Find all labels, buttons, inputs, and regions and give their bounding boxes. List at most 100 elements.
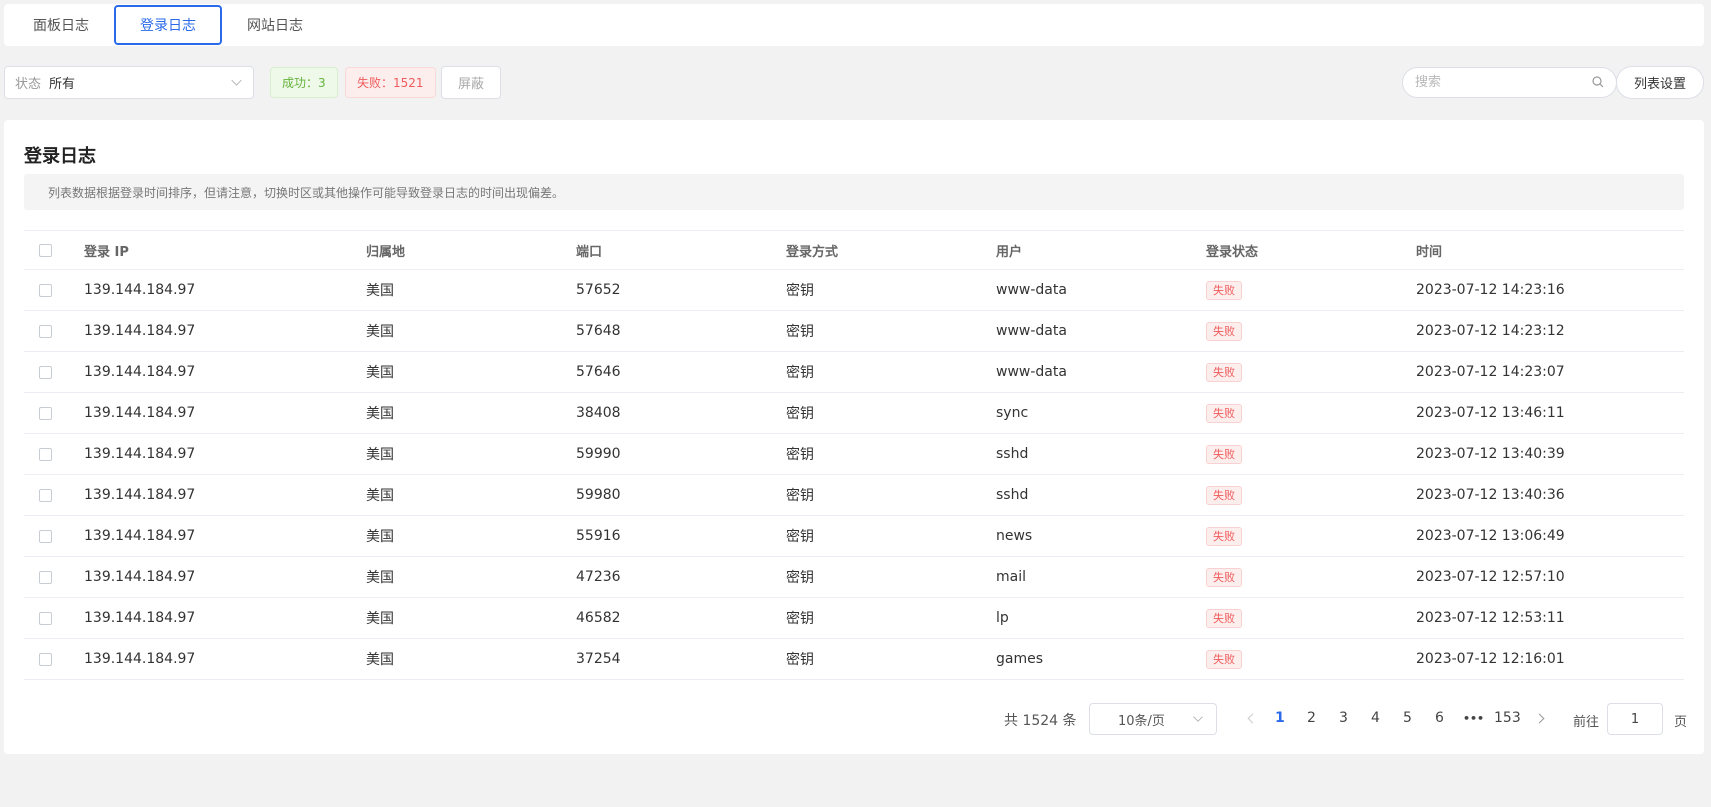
cell-user: mail — [996, 569, 1026, 585]
log-tabs: 面板日志 登录日志 网站日志 — [4, 4, 1704, 46]
tab-panel-log[interactable]: 面板日志 — [8, 5, 114, 45]
row-checkbox[interactable] — [39, 406, 52, 420]
status-badge: 失败 — [1206, 363, 1242, 382]
page-last[interactable]: 153 — [1494, 710, 1521, 726]
cell-time: 2023-07-12 13:46:11 — [1416, 405, 1565, 421]
header-ip: 登录 IP — [84, 244, 129, 260]
pagination: 共 1524 条 10条/页 1 2 3 4 5 6 ••• 153 前往 页 — [4, 702, 1704, 736]
table-row: 139.144.184.97 美国 57646 密钥 www-data 失败 2023-07… — [24, 352, 1684, 393]
more-pages-icon[interactable]: ••• — [1463, 712, 1484, 725]
prev-page-icon[interactable] — [1247, 713, 1258, 724]
cell-ip: 139.144.184.97 — [84, 610, 196, 626]
row-checkbox[interactable] — [39, 324, 52, 338]
page-4[interactable]: 4 — [1371, 710, 1380, 726]
cell-port: 59980 — [576, 487, 621, 503]
cell-login-method: 密钥 — [786, 488, 814, 504]
row-checkbox[interactable] — [39, 283, 52, 297]
page-1[interactable]: 1 — [1275, 710, 1285, 726]
cell-login-method: 密钥 — [786, 283, 814, 299]
cell-login-status: 失败 — [1206, 445, 1242, 464]
cell-ip: 139.144.184.97 — [84, 487, 196, 503]
status-badge: 失败 — [1206, 404, 1242, 423]
header-location: 归属地 — [366, 244, 406, 260]
table-row: 139.144.184.97 美国 59980 密钥 sshd 失败 2023-07-12 … — [24, 475, 1684, 516]
cell-login-status: 失败 — [1206, 404, 1242, 423]
column-settings-button[interactable]: 列表设置 — [1616, 66, 1704, 99]
cell-location: 美国 — [366, 447, 394, 463]
table-row: 139.144.184.97 美国 47236 密钥 mail 失败 2023-07-12 … — [24, 557, 1684, 598]
cell-port: 57652 — [576, 282, 621, 298]
cell-login-method: 密钥 — [786, 652, 814, 668]
cell-time: 2023-07-12 12:53:11 — [1416, 610, 1565, 626]
page-2[interactable]: 2 — [1307, 710, 1316, 726]
row-checkbox[interactable] — [39, 447, 52, 461]
cell-location: 美国 — [366, 324, 394, 340]
cell-ip: 139.144.184.97 — [84, 651, 196, 667]
table-header: 登录 IP 归属地 端口 登录方式 用户 登录状态 时间 — [24, 230, 1684, 270]
status-badge: 失败 — [1206, 322, 1242, 341]
cell-location: 美国 — [366, 611, 394, 627]
tab-site-log[interactable]: 网站日志 — [222, 5, 328, 45]
page-3[interactable]: 3 — [1339, 710, 1348, 726]
cell-port: 57648 — [576, 323, 621, 339]
row-checkbox[interactable] — [39, 529, 52, 543]
cell-time: 2023-07-12 12:16:01 — [1416, 651, 1565, 667]
status-badge: 失败 — [1206, 568, 1242, 587]
header-time: 时间 — [1416, 244, 1443, 260]
search-input[interactable] — [1402, 67, 1617, 98]
cell-user: sshd — [996, 446, 1029, 462]
total-count: 共 1524 条 — [1004, 713, 1077, 729]
cell-login-method: 密钥 — [786, 529, 814, 545]
cell-location: 美国 — [366, 488, 394, 504]
cell-port: 38408 — [576, 405, 621, 421]
chevron-down-icon — [1193, 712, 1203, 722]
cell-user: lp — [996, 610, 1009, 626]
cell-port: 37254 — [576, 651, 621, 667]
cell-ip: 139.144.184.97 — [84, 323, 196, 339]
page-6[interactable]: 6 — [1435, 710, 1444, 726]
cell-login-method: 密钥 — [786, 611, 814, 627]
cell-user: games — [996, 651, 1044, 667]
goto-label: 前往 — [1573, 715, 1600, 730]
notice-banner: 列表数据根据登录时间排序，但请注意，切换时区或其他操作可能导致登录日志的时间出现… — [24, 174, 1684, 210]
cell-time: 2023-07-12 12:57:10 — [1416, 569, 1565, 585]
login-log-table: 登录 IP 归属地 端口 登录方式 用户 登录状态 时间 139.144.184… — [24, 230, 1684, 680]
cell-port: 55916 — [576, 528, 621, 544]
page-5[interactable]: 5 — [1403, 710, 1412, 726]
cell-login-status: 失败 — [1206, 527, 1242, 546]
row-checkbox[interactable] — [39, 488, 52, 502]
chevron-down-icon — [231, 75, 242, 86]
table-row: 139.144.184.97 美国 59990 密钥 sshd 失败 2023-07-12 … — [24, 434, 1684, 475]
cell-time: 2023-07-12 13:40:39 — [1416, 446, 1565, 462]
select-all-checkbox[interactable] — [39, 243, 52, 257]
cell-login-method: 密钥 — [786, 365, 814, 381]
cell-user: www-data — [996, 323, 1067, 339]
status-select-value: 所有 — [49, 77, 76, 92]
cell-location: 美国 — [366, 652, 394, 668]
goto-page-input[interactable] — [1607, 703, 1663, 735]
success-count-badge[interactable]: 成功：3 — [270, 67, 338, 98]
status-select[interactable]: 状态 所有 — [4, 66, 254, 99]
header-login-method: 登录方式 — [786, 244, 839, 260]
next-page-icon[interactable] — [1534, 713, 1545, 724]
row-checkbox[interactable] — [39, 365, 52, 379]
cell-user: sync — [996, 405, 1029, 421]
cell-location: 美国 — [366, 570, 394, 586]
cell-time: 2023-07-12 13:06:49 — [1416, 528, 1565, 544]
tab-login-log[interactable]: 登录日志 — [114, 5, 222, 45]
cell-login-method: 密钥 — [786, 406, 814, 422]
row-checkbox[interactable] — [39, 611, 52, 625]
cell-time: 2023-07-12 14:23:12 — [1416, 323, 1565, 339]
goto-unit: 页 — [1674, 715, 1688, 730]
cell-ip: 139.144.184.97 — [84, 569, 196, 585]
status-badge: 失败 — [1206, 527, 1242, 546]
row-checkbox[interactable] — [39, 570, 52, 584]
cell-location: 美国 — [366, 283, 394, 299]
cell-port: 47236 — [576, 569, 621, 585]
toolbar: 状态 所有 成功：3 失败：1521 屏蔽 列表设置 — [4, 66, 1704, 100]
mask-button[interactable]: 屏蔽 — [441, 66, 501, 99]
page-size-select[interactable]: 10条/页 — [1089, 703, 1217, 735]
fail-count-badge[interactable]: 失败：1521 — [345, 67, 436, 98]
row-checkbox[interactable] — [39, 652, 52, 666]
search-icon[interactable] — [1592, 76, 1604, 88]
